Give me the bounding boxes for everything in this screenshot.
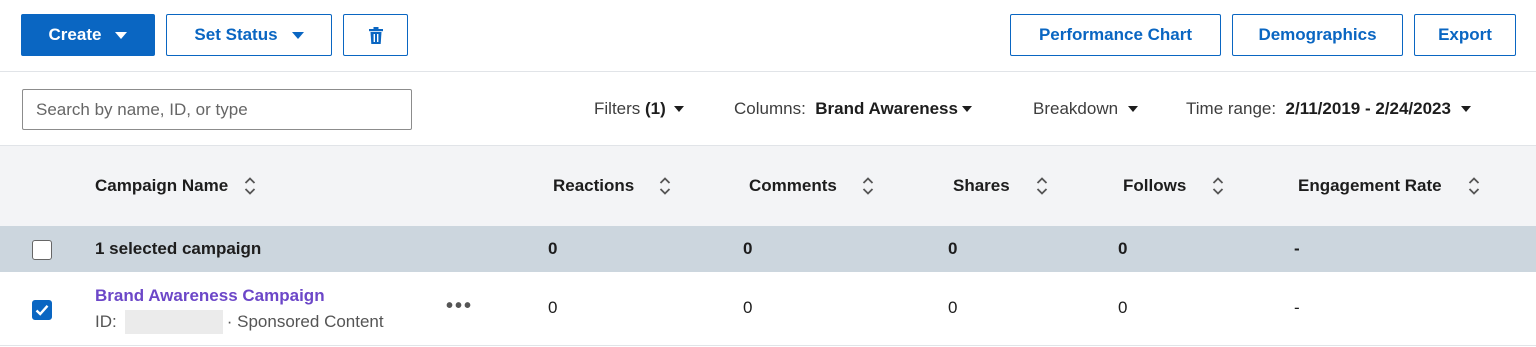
demographics-label: Demographics	[1258, 25, 1377, 44]
caret-down-icon	[291, 31, 304, 39]
caret-down-icon	[961, 106, 972, 112]
sort-icon[interactable]	[1036, 176, 1048, 196]
col-follows-label: Follows	[1123, 176, 1187, 195]
row-reactions: 0	[548, 298, 558, 317]
col-follows[interactable]: Follows	[1123, 176, 1224, 196]
breakdown-dropdown[interactable]: Breakdown	[1033, 96, 1139, 122]
caret-down-icon	[1128, 106, 1139, 112]
col-reactions-label: Reactions	[553, 176, 635, 195]
col-reactions[interactable]: Reactions	[553, 176, 671, 196]
trash-icon	[368, 26, 383, 44]
filters-count: (1)	[645, 99, 666, 118]
sort-icon[interactable]	[1468, 176, 1480, 196]
summary-shares: 0	[948, 239, 958, 258]
campaign-name-link[interactable]: Brand Awareness Campaign	[95, 286, 325, 306]
table-row: Brand Awareness Campaign ID: · Sponsored…	[0, 272, 1536, 346]
summary-comments: 0	[743, 239, 753, 258]
redacted-id	[124, 310, 223, 334]
export-label: Export	[1438, 25, 1492, 44]
col-campaign-name[interactable]: Campaign Name	[95, 176, 256, 196]
col-engagement-rate-label: Engagement Rate	[1298, 176, 1442, 195]
caret-down-icon	[115, 31, 128, 39]
col-campaign-name-label: Campaign Name	[95, 176, 229, 195]
sort-icon[interactable]	[862, 176, 874, 196]
demographics-button[interactable]: Demographics	[1232, 14, 1403, 56]
performance-chart-label: Performance Chart	[1038, 25, 1193, 44]
row-shares: 0	[948, 298, 958, 317]
campaign-name[interactable]: Brand Awareness Campaign	[95, 286, 325, 305]
sort-icon[interactable]	[659, 176, 671, 196]
columns-label: Columns:	[734, 99, 806, 118]
set-status-button[interactable]: Set Status	[166, 14, 332, 56]
campaign-id-label: ID:	[95, 312, 117, 331]
more-actions-icon[interactable]: •••	[446, 295, 473, 318]
filters-dropdown[interactable]: Filters (1)	[594, 96, 684, 122]
columns-dropdown[interactable]: Columns: Brand Awareness	[734, 96, 972, 122]
selection-summary-row: 1 selected campaign 0 0 0 0 -	[0, 226, 1536, 272]
row-follows: 0	[1118, 298, 1128, 317]
export-button[interactable]: Export	[1414, 14, 1516, 56]
summary-engagement-rate: -	[1294, 239, 1300, 258]
row-checkbox[interactable]	[32, 300, 52, 320]
create-button-label: Create	[48, 25, 102, 44]
row-engagement-rate: -	[1294, 298, 1300, 317]
col-shares[interactable]: Shares	[953, 176, 1048, 196]
create-button[interactable]: Create	[21, 14, 155, 56]
time-range-label: Time range:	[1186, 99, 1277, 118]
performance-chart-button[interactable]: Performance Chart	[1010, 14, 1221, 56]
table-header: Campaign Name Reactions Comments Shares …	[0, 146, 1536, 226]
delete-button[interactable]	[343, 14, 408, 56]
col-engagement-rate[interactable]: Engagement Rate	[1298, 176, 1480, 196]
filter-bar: Filters (1) Columns: Brand Awareness Bre…	[0, 72, 1536, 146]
summary-follows: 0	[1118, 239, 1128, 258]
filters-label: Filters	[594, 99, 641, 118]
breakdown-label: Breakdown	[1033, 99, 1119, 118]
caret-down-icon	[673, 106, 684, 112]
search-input[interactable]	[22, 89, 412, 130]
campaign-type: · Sponsored Content	[226, 312, 384, 331]
row-comments: 0	[743, 298, 753, 317]
sort-icon[interactable]	[244, 176, 256, 196]
checkmark-icon	[35, 305, 49, 316]
summary-reactions: 0	[548, 239, 558, 258]
selected-count: 1 selected campaign	[95, 239, 262, 258]
sort-icon[interactable]	[1212, 176, 1224, 196]
set-status-button-label: Set Status	[194, 25, 278, 44]
time-range-dropdown[interactable]: Time range: 2/11/2019 - 2/24/2023	[1186, 96, 1471, 122]
select-all-checkbox[interactable]	[32, 240, 52, 260]
caret-down-icon	[1460, 106, 1471, 112]
columns-value: Brand Awareness	[815, 99, 958, 118]
time-range-value: 2/11/2019 - 2/24/2023	[1285, 99, 1451, 118]
toolbar: Create Set Status Performance Chart Demo…	[0, 0, 1536, 72]
col-shares-label: Shares	[953, 176, 1010, 195]
col-comments-label: Comments	[749, 176, 837, 195]
col-comments[interactable]: Comments	[749, 176, 874, 196]
campaign-meta: ID: · Sponsored Content	[95, 310, 384, 334]
